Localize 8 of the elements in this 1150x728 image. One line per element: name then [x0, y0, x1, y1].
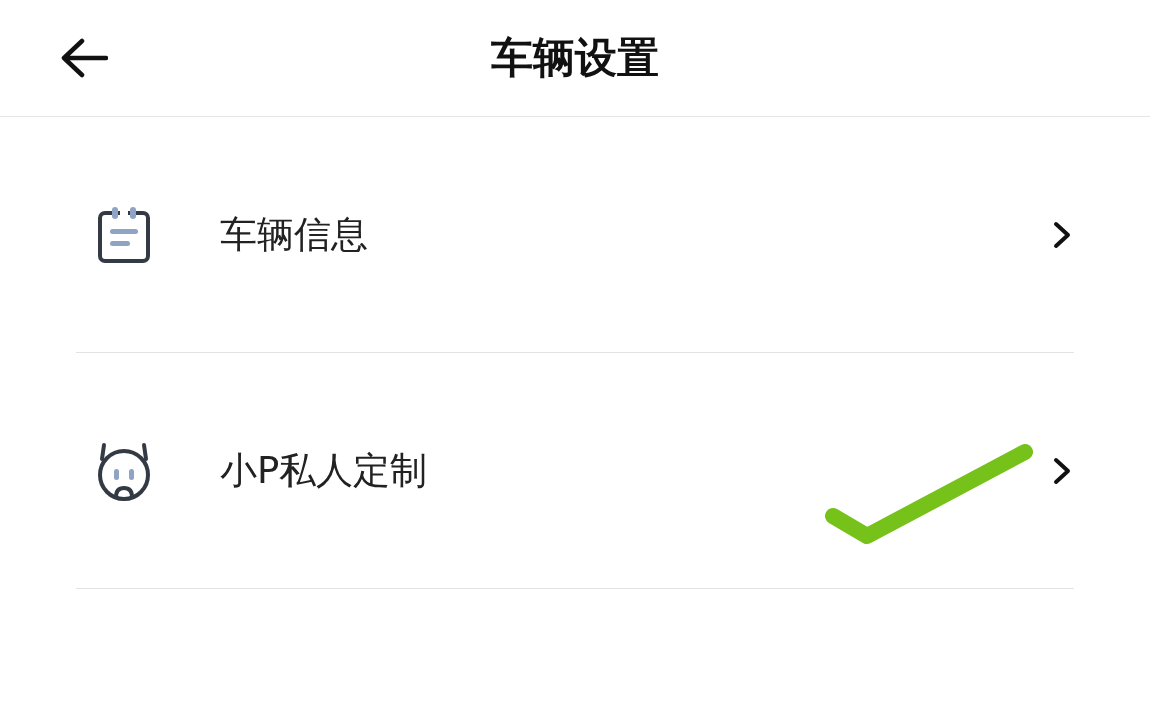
- menu-item[interactable]: 车辆信息: [220, 209, 1052, 260]
- back-arrow-icon[interactable]: [60, 38, 108, 78]
- chevron-right-icon: [1052, 219, 1072, 250]
- notepad-icon: [96, 204, 152, 265]
- chevron-right-icon: [1052, 455, 1072, 486]
- page-title: 车辆设置: [491, 32, 659, 84]
- menu-item[interactable]: 小P私人定制: [220, 445, 1052, 496]
- robot-face-icon: [96, 440, 152, 501]
